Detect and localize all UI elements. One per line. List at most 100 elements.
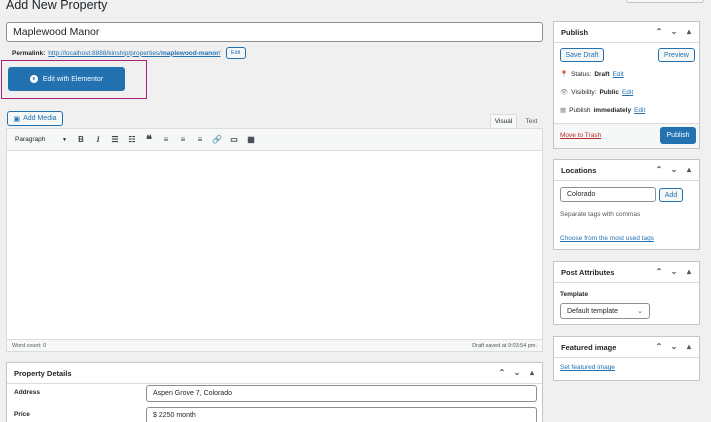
- location-tag-input[interactable]: Colorado: [560, 187, 656, 202]
- save-draft-button[interactable]: Save Draft: [560, 48, 604, 62]
- chevron-down-icon[interactable]: ⌄: [669, 267, 679, 277]
- editor-status-bar: Word count: 0 Draft saved at 9:03:54 pm.: [7, 339, 542, 351]
- status-label: Status:: [571, 70, 592, 78]
- pin-icon: 📍: [560, 71, 569, 78]
- move-to-trash-link[interactable]: Move to Trash: [560, 132, 601, 139]
- property-details-box: Property Details ⌃ ⌄ ▴ Address Aspen Gro…: [6, 362, 543, 422]
- collapse-icon[interactable]: ▴: [684, 342, 694, 352]
- post-attributes-controls: ⌃ ⌄ ▴: [654, 267, 694, 277]
- permalink-label: Permalink:: [12, 49, 46, 57]
- post-attributes-box: Post Attributes ⌃ ⌄ ▴ Template Default t…: [553, 261, 700, 325]
- preview-button[interactable]: Preview: [658, 48, 695, 62]
- choose-tags-link[interactable]: Choose from the most used tags: [560, 235, 654, 242]
- price-input[interactable]: $ 2250 month: [146, 407, 537, 422]
- publish-button[interactable]: Publish: [660, 127, 696, 144]
- publish-header: Publish ⌃ ⌄ ▴: [554, 22, 699, 43]
- featured-image-box: Featured image ⌃ ⌄ ▴ Set featured image: [553, 336, 700, 381]
- status-row: 📍 Status: Draft Edit: [560, 70, 624, 79]
- price-value: $ 2250 month: [153, 412, 196, 419]
- publish-schedule-label: Publish: [569, 106, 591, 114]
- format-select[interactable]: Paragraph ▼: [11, 133, 71, 146]
- eye-icon: 👁: [560, 89, 569, 96]
- visibility-label: Visibility:: [571, 88, 597, 96]
- permalink-trail: /: [218, 49, 221, 57]
- read-more-icon[interactable]: ▭: [227, 133, 241, 147]
- location-tag-value: Colorado: [567, 191, 596, 198]
- permalink-link[interactable]: http://localhost:8888/kinship/properties…: [48, 50, 220, 57]
- edit-with-elementor-button[interactable]: e Edit with Elementor: [8, 67, 125, 91]
- align-right-icon[interactable]: ≡: [193, 133, 207, 147]
- locations-header: Locations ⌃ ⌄ ▴: [554, 160, 699, 181]
- add-media-button[interactable]: ▣ Add Media: [7, 111, 63, 126]
- chevron-down-icon[interactable]: ⌄: [512, 368, 522, 378]
- publish-box: Publish ⌃ ⌄ ▴ Save Draft Preview 📍 Statu…: [553, 21, 700, 149]
- chevron-up-icon[interactable]: ⌃: [654, 342, 664, 352]
- status-edit-link[interactable]: Edit: [613, 71, 624, 78]
- link-icon[interactable]: 🔗: [210, 133, 224, 147]
- media-icon: ▣: [13, 115, 21, 123]
- collapse-icon[interactable]: ▴: [684, 27, 694, 37]
- bold-icon[interactable]: B: [74, 133, 88, 147]
- featured-image-controls: ⌃ ⌄ ▴: [654, 342, 694, 352]
- editor: Paragraph ▼ B I ☰ ☷ ❝ ≡ ≡ ≡ 🔗 ▭ ▦ Word c…: [6, 128, 543, 352]
- visibility-edit-link[interactable]: Edit: [622, 89, 633, 96]
- permalink-slug: maplewood-manor: [160, 49, 219, 57]
- featured-image-title: Featured image: [561, 342, 617, 352]
- locations-controls: ⌃ ⌄ ▴: [654, 165, 694, 175]
- collapse-icon[interactable]: ▴: [684, 267, 694, 277]
- bullet-list-icon[interactable]: ☰: [108, 133, 122, 147]
- tags-hint: Separate tags with commas: [560, 211, 641, 218]
- chevron-down-icon[interactable]: ⌄: [669, 165, 679, 175]
- elementor-button-label: Edit with Elementor: [42, 75, 104, 83]
- schedule-edit-link[interactable]: Edit: [634, 107, 645, 114]
- collapse-icon[interactable]: ▴: [527, 368, 537, 378]
- publish-title: Publish: [561, 27, 589, 37]
- locations-title: Locations: [561, 165, 597, 175]
- locations-box: Locations ⌃ ⌄ ▴ Colorado Add Separate ta…: [553, 159, 700, 250]
- italic-icon[interactable]: I: [91, 133, 105, 147]
- screen-options-button[interactable]: [626, 0, 704, 3]
- title-input[interactable]: Maplewood Manor: [6, 22, 543, 42]
- word-count: Word count: 0: [12, 342, 47, 349]
- visibility-value: Public: [599, 88, 619, 96]
- add-location-button[interactable]: Add: [659, 188, 683, 202]
- publish-schedule-value: immediately: [593, 106, 632, 114]
- chevron-up-icon[interactable]: ⌃: [654, 267, 664, 277]
- set-featured-image-link[interactable]: Set featured image: [560, 364, 615, 371]
- numbered-list-icon[interactable]: ☷: [125, 133, 139, 147]
- chevron-up-icon[interactable]: ⌃: [497, 368, 507, 378]
- collapse-icon[interactable]: ▴: [684, 165, 694, 175]
- editor-body[interactable]: [7, 151, 542, 341]
- tab-visual[interactable]: Visual: [490, 114, 517, 128]
- property-details-controls: ⌃ ⌄ ▴: [497, 368, 537, 378]
- editor-toolbar: Paragraph ▼ B I ☰ ☷ ❝ ≡ ≡ ≡ 🔗 ▭ ▦: [7, 129, 542, 151]
- permalink-edit-button[interactable]: Edit: [225, 47, 246, 59]
- permalink-row: Permalink: http://localhost:8888/kinship…: [12, 47, 246, 59]
- chevron-up-icon[interactable]: ⌃: [654, 27, 664, 37]
- template-label: Template: [560, 291, 589, 298]
- toolbar-toggle-icon[interactable]: ▦: [244, 133, 258, 147]
- template-value: Default template: [567, 307, 618, 315]
- schedule-row: ▦ Publish immediately Edit: [560, 106, 645, 115]
- price-label: Price: [14, 411, 30, 418]
- chevron-down-icon[interactable]: ⌄: [669, 342, 679, 352]
- address-input[interactable]: Aspen Grove 7, Colorado: [146, 385, 537, 402]
- post-attributes-title: Post Attributes: [561, 267, 615, 277]
- chevron-up-icon[interactable]: ⌃: [654, 165, 664, 175]
- chevron-down-icon: ▼: [62, 136, 67, 143]
- publish-controls: ⌃ ⌄ ▴: [654, 27, 694, 37]
- draft-saved-notice: Draft saved at 9:03:54 pm.: [472, 342, 537, 349]
- align-center-icon[interactable]: ≡: [176, 133, 190, 147]
- align-left-icon[interactable]: ≡: [159, 133, 173, 147]
- blockquote-icon[interactable]: ❝: [142, 133, 156, 147]
- page-title: Add New Property: [6, 0, 108, 12]
- tab-text[interactable]: Text: [520, 114, 543, 128]
- template-select[interactable]: Default template ⌄: [560, 303, 650, 319]
- format-select-value: Paragraph: [15, 136, 46, 143]
- add-media-label: Add Media: [23, 115, 57, 122]
- visibility-row: 👁 Visibility: Public Edit: [560, 88, 633, 97]
- post-attributes-header: Post Attributes ⌃ ⌄ ▴: [554, 262, 699, 283]
- featured-image-header: Featured image ⌃ ⌄ ▴: [554, 337, 699, 358]
- property-details-header: Property Details ⌃ ⌄ ▴: [7, 363, 542, 384]
- chevron-down-icon[interactable]: ⌄: [669, 27, 679, 37]
